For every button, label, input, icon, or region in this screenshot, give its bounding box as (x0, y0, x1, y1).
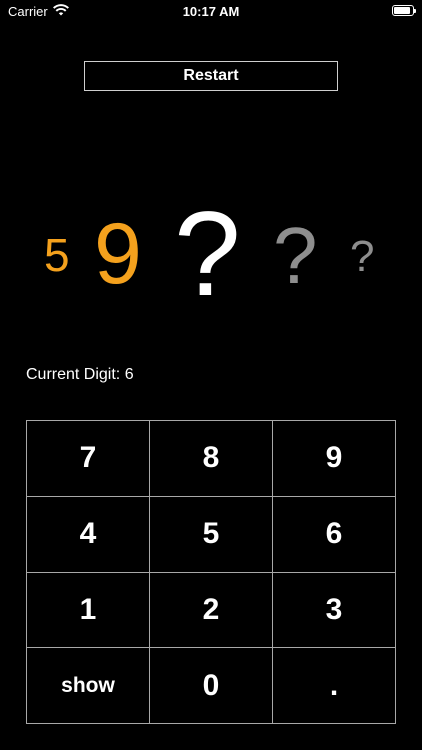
battery-level (394, 7, 410, 14)
show-button[interactable]: show (27, 648, 150, 724)
battery-icon (392, 5, 416, 16)
key-decimal[interactable]: . (273, 648, 396, 724)
key-9[interactable]: 9 (273, 421, 396, 497)
key-8[interactable]: 8 (150, 421, 273, 497)
status-bar: Carrier 10:17 AM (0, 0, 422, 24)
key-7[interactable]: 7 (27, 421, 150, 497)
key-2[interactable]: 2 (150, 572, 273, 649)
key-1[interactable]: 1 (27, 572, 150, 649)
current-digit-label: Current Digit: 6 (26, 366, 134, 383)
restart-button[interactable]: Restart (84, 61, 338, 91)
key-3[interactable]: 3 (273, 572, 396, 649)
digit-pending: ? (273, 211, 318, 300)
key-6[interactable]: 6 (273, 496, 396, 573)
digit-revealed: 5 (44, 229, 70, 281)
digits-display: 5 9 ? ? ? (0, 180, 422, 320)
digit-current: ? (174, 187, 241, 321)
digit-revealed: 9 (94, 206, 142, 302)
key-0[interactable]: 0 (150, 648, 273, 724)
key-4[interactable]: 4 (27, 496, 150, 573)
keypad: 7 8 9 4 5 6 1 2 3 show 0 . (26, 420, 396, 724)
digit-pending: ? (350, 232, 375, 281)
key-5[interactable]: 5 (150, 496, 273, 573)
status-time: 10:17 AM (182, 4, 240, 19)
